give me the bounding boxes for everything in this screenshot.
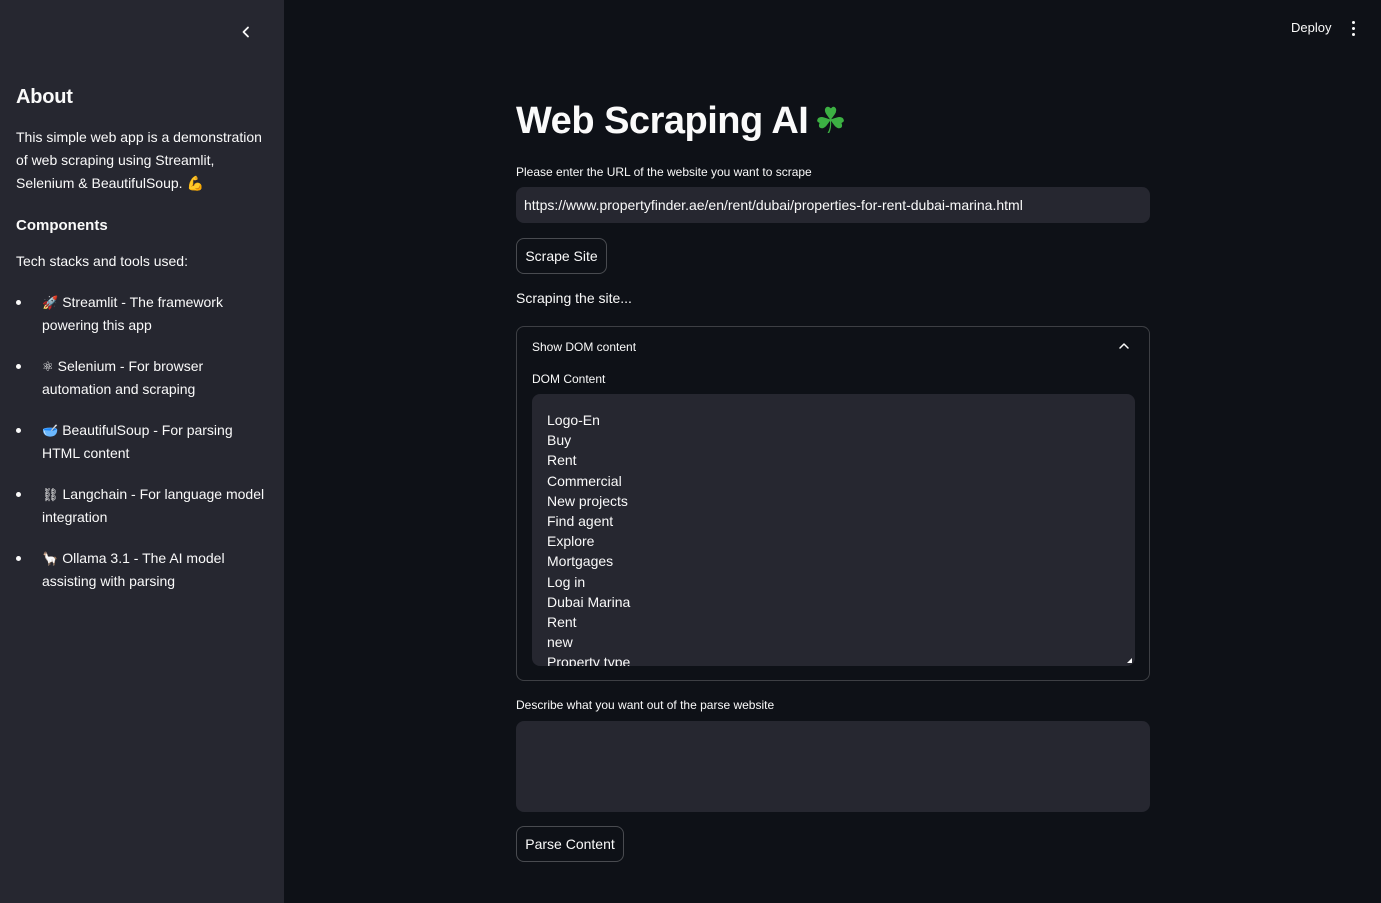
dom-line: Dubai Marina bbox=[547, 593, 631, 610]
dom-line: Buy bbox=[547, 432, 572, 449]
list-item: ⚛ Selenium - For browser automation and s… bbox=[16, 355, 266, 401]
collapse-sidebar-button[interactable] bbox=[236, 22, 256, 42]
parse-content-button[interactable]: Parse Content bbox=[516, 826, 624, 862]
rocket-icon: 🚀 bbox=[42, 295, 59, 310]
parse-description-label: Describe what you want out of the parse … bbox=[516, 698, 775, 712]
list-item: 🦙 Ollama 3.1 - The AI model assisting wit… bbox=[16, 547, 266, 593]
dom-line: Commercial bbox=[547, 472, 622, 489]
kebab-menu-icon[interactable] bbox=[1347, 18, 1359, 38]
dom-line: Logo-En bbox=[547, 412, 600, 428]
dom-line: New projects bbox=[547, 492, 628, 509]
list-item-text: Selenium - For browser automation and sc… bbox=[42, 358, 204, 397]
chain-icon: ⛓ bbox=[42, 487, 59, 502]
sidebar-about-text: This simple web app is a demonstration o… bbox=[16, 129, 262, 191]
dom-line: Rent bbox=[547, 452, 577, 469]
sidebar-components-heading: Components bbox=[16, 217, 108, 234]
list-item-text: BeautifulSoup - For parsing HTML content bbox=[42, 422, 233, 461]
dom-line: Rent bbox=[547, 614, 577, 631]
deploy-button[interactable]: Deploy bbox=[1291, 20, 1331, 35]
sidebar-tech-list: 🚀 Streamlit - The framework powering this… bbox=[16, 291, 266, 611]
list-item-text: Langchain - For language model integrati… bbox=[42, 486, 265, 525]
list-item: ⛓ Langchain - For language model integrat… bbox=[16, 483, 266, 529]
dom-line: new bbox=[547, 634, 573, 651]
list-item: 🚀 Streamlit - The framework powering this… bbox=[16, 291, 266, 337]
llama-icon: 🦙 bbox=[42, 551, 59, 566]
sidebar: About This simple web app is a demonstra… bbox=[0, 0, 284, 903]
page-title-text: Web Scraping AI bbox=[516, 100, 809, 142]
url-input[interactable]: https://www.propertyfinder.ae/en/rent/du… bbox=[516, 187, 1150, 223]
dom-line: Property type bbox=[547, 654, 631, 666]
list-item: 🥣 BeautifulSoup - For parsing HTML conten… bbox=[16, 419, 266, 465]
list-item-text: Streamlit - The framework powering this … bbox=[42, 294, 223, 333]
sidebar-about-heading: About bbox=[16, 86, 73, 108]
resize-handle-icon[interactable] bbox=[1127, 658, 1132, 663]
bullet-icon bbox=[16, 364, 21, 369]
bullet-icon bbox=[16, 300, 21, 305]
bowl-icon: 🥣 bbox=[42, 423, 59, 438]
bullet-icon bbox=[16, 428, 21, 433]
dom-line: Mortgages bbox=[547, 553, 614, 570]
dom-line: Explore bbox=[547, 533, 595, 550]
parse-description-textarea[interactable] bbox=[516, 721, 1150, 812]
bullet-icon bbox=[16, 492, 21, 497]
bullet-icon bbox=[16, 556, 21, 561]
dom-content-textarea[interactable]: Logo-En Buy Rent Commercial New projects… bbox=[532, 394, 1135, 666]
atom-icon: ⚛ bbox=[42, 359, 54, 374]
status-text: Scraping the site... bbox=[516, 290, 632, 306]
expander-header[interactable]: Show DOM content bbox=[532, 340, 636, 354]
scrape-site-button[interactable]: Scrape Site bbox=[516, 238, 607, 274]
chevron-left-icon bbox=[242, 26, 249, 38]
chevron-up-icon[interactable] bbox=[1117, 339, 1131, 353]
sidebar-tech-intro: Tech stacks and tools used: bbox=[16, 253, 188, 269]
clover-icon: ☘ bbox=[814, 100, 847, 141]
dom-line: Log in bbox=[547, 573, 586, 590]
page-title: Web Scraping AI ☘ bbox=[516, 100, 847, 143]
url-label: Please enter the URL of the website you … bbox=[516, 165, 812, 179]
dom-line: Find agent bbox=[547, 513, 614, 530]
list-item-text: Ollama 3.1 - The AI model assisting with… bbox=[42, 550, 225, 589]
dom-expander: Show DOM content DOM Content Logo-En Buy… bbox=[516, 326, 1150, 681]
dom-content-label: DOM Content bbox=[532, 372, 606, 386]
